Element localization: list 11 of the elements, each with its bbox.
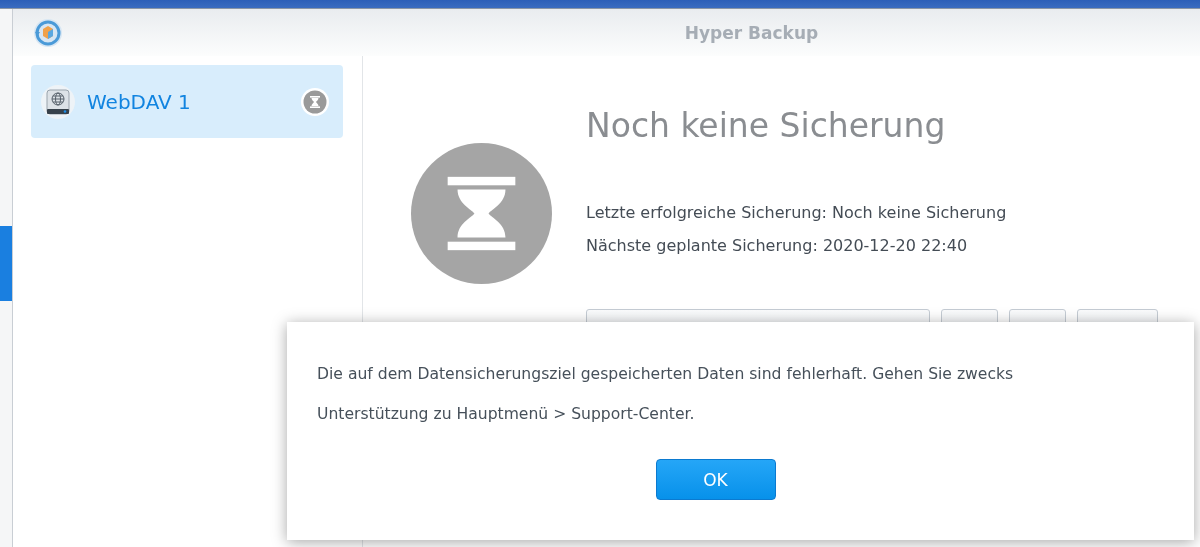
- status-title: Noch keine Sicherung: [586, 105, 947, 147]
- status-line: Letzte erfolgreiche Sicherung: Noch keine Sicherung: [586, 202, 1008, 224]
- network-drive-icon: [41, 84, 75, 119]
- hourglass-icon: [411, 143, 552, 284]
- window-title: Hyper Backup: [683, 22, 820, 43]
- ok-button[interactable]: OK: [655, 459, 776, 500]
- dialog-message: Die auf dem Datensicherungsziel gespeicherten Daten sind fehlerhaft. Gehen Sie zwecks Unterstützung zu Hauptmenü > Support-Center.: [317, 364, 1015, 425]
- sidebar-item[interactable]: WebDAV 1: [31, 65, 343, 138]
- hourglass-icon: [301, 87, 329, 116]
- status-line: Nächste geplante Sicherung: 2020-12-20 22:40: [586, 235, 969, 257]
- app-logo-icon: [33, 17, 63, 48]
